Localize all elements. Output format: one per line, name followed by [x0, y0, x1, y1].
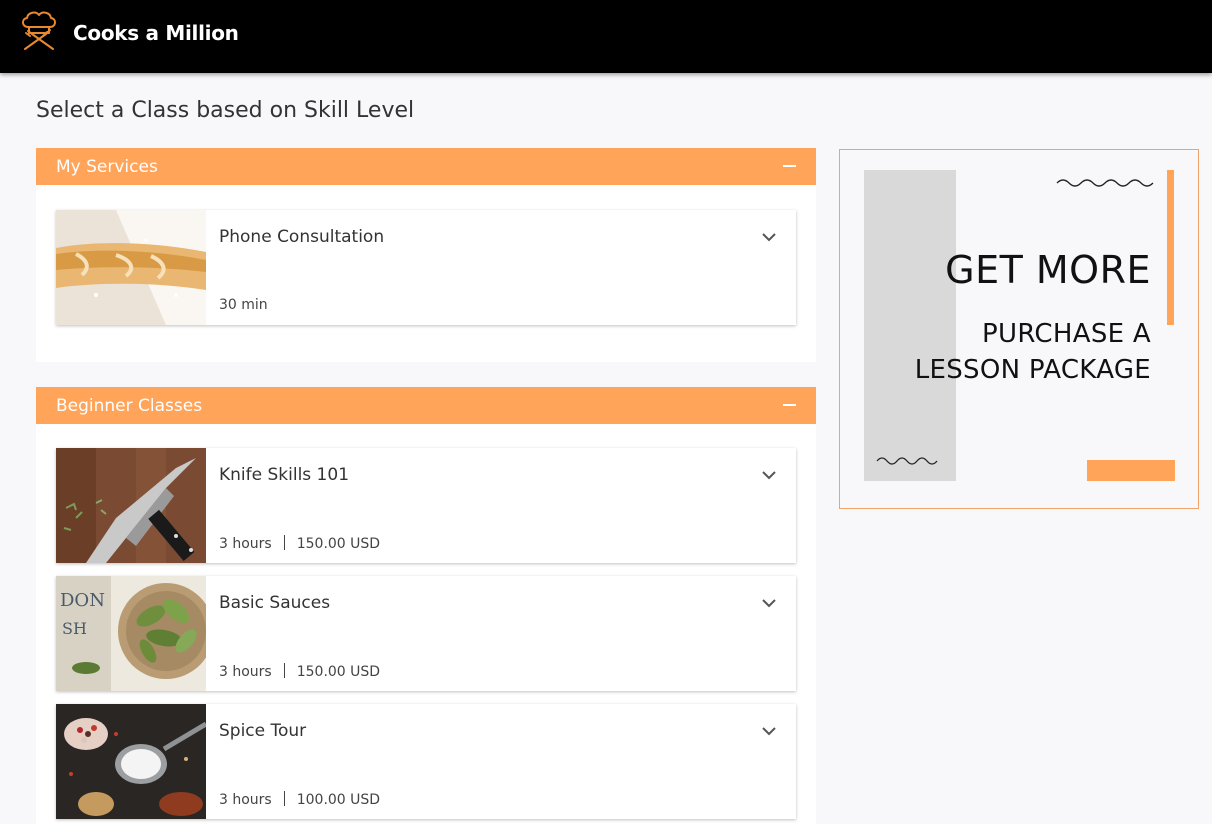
- section-beginner-classes: Beginner Classes Knife Skills 101 3 hour…: [36, 387, 816, 824]
- promo-line-1: PURCHASE A: [982, 319, 1151, 349]
- chef-hat-utensils-icon[interactable]: [16, 8, 62, 52]
- page-title: Select a Class based on Skill Level: [36, 98, 415, 123]
- card-title: Basic Sauces: [219, 593, 331, 613]
- duration: 3 hours: [219, 664, 272, 680]
- duration: 3 hours: [219, 792, 272, 808]
- duration: 3 hours: [219, 536, 272, 552]
- promo-subtext: PURCHASE A LESSON PACKAGE: [851, 316, 1151, 388]
- spices-spoons-photo: [56, 704, 206, 819]
- promo-line-2: LESSON PACKAGE: [914, 355, 1151, 385]
- promo-decor-accent-bar: [1167, 170, 1174, 325]
- divider: [283, 535, 285, 550]
- svg-text:DON: DON: [60, 590, 105, 611]
- price: 150.00 USD: [296, 664, 381, 680]
- class-card-basic-sauces[interactable]: DON SH Basic Sauces 3 hours 150.00 USD: [56, 576, 796, 691]
- chevron-down-icon[interactable]: [760, 722, 778, 740]
- class-card-spice-tour[interactable]: Spice Tour 3 hours 100.00 USD: [56, 704, 796, 819]
- svg-text:SH: SH: [62, 619, 87, 638]
- chevron-down-icon[interactable]: [760, 466, 778, 484]
- chevron-down-icon[interactable]: [760, 228, 778, 246]
- card-meta: 3 hours 150.00 USD: [219, 663, 380, 680]
- promo-decor-accent-block: [1087, 460, 1175, 481]
- wave-decoration-icon: [1056, 179, 1154, 187]
- card-title: Knife Skills 101: [219, 465, 350, 485]
- price: 150.00 USD: [296, 536, 381, 552]
- section-title: Beginner Classes: [56, 396, 203, 416]
- minus-icon[interactable]: [783, 404, 796, 406]
- chevron-down-icon[interactable]: [760, 594, 778, 612]
- card-title: Phone Consultation: [219, 227, 385, 247]
- card-meta: 3 hours 100.00 USD: [219, 791, 380, 808]
- card-meta: 30 min: [219, 297, 268, 313]
- section-title: My Services: [56, 157, 158, 177]
- section-my-services: My Services Phone Consultation 30 min: [36, 148, 816, 362]
- card-meta: 3 hours 150.00 USD: [219, 535, 380, 552]
- promo-banner-lesson-package[interactable]: GET MORE PURCHASE A LESSON PACKAGE: [839, 149, 1199, 509]
- section-header-my-services[interactable]: My Services: [36, 148, 816, 185]
- bread-baguette-photo: [56, 210, 206, 325]
- section-header-beginner-classes[interactable]: Beginner Classes: [36, 387, 816, 424]
- top-bar: Cooks a Million: [0, 0, 1212, 73]
- brand-name[interactable]: Cooks a Million: [73, 21, 239, 45]
- price: 100.00 USD: [296, 792, 381, 808]
- class-card-knife-skills-101[interactable]: Knife Skills 101 3 hours 150.00 USD: [56, 448, 796, 563]
- service-card-phone-consultation[interactable]: Phone Consultation 30 min: [56, 210, 796, 325]
- card-title: Spice Tour: [219, 721, 307, 741]
- chef-knife-photo: [56, 448, 206, 563]
- bay-leaves-bowl-photo: DON SH: [56, 576, 206, 691]
- wave-decoration-icon: [876, 457, 938, 465]
- divider: [283, 791, 285, 806]
- promo-headline: GET MORE: [945, 248, 1151, 292]
- minus-icon[interactable]: [783, 165, 796, 167]
- divider: [283, 663, 285, 678]
- duration: 30 min: [219, 297, 268, 313]
